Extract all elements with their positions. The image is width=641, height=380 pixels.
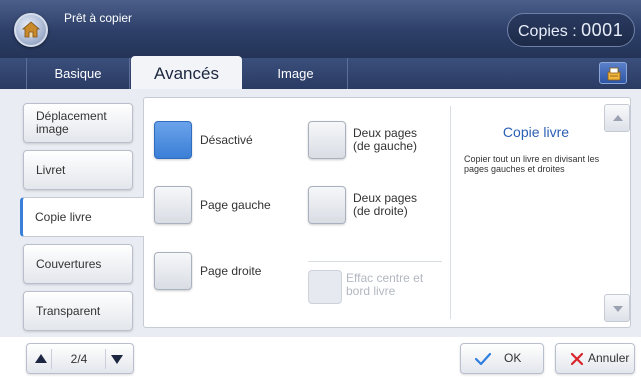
pager-divider: [51, 349, 52, 369]
home-icon: [21, 21, 41, 38]
ok-label: OK: [504, 351, 522, 365]
content-area: Déplacement image Livret Copie livre Cou…: [0, 89, 641, 337]
job-status-button[interactable]: [599, 62, 627, 84]
option-page-droite-button[interactable]: [154, 252, 192, 290]
option-divider: [308, 261, 442, 262]
job-status-icon: [607, 67, 621, 81]
page-navigator: 2/4: [26, 343, 134, 374]
sidebar-item-deplacement-image[interactable]: Déplacement image: [23, 103, 133, 143]
sidebar-item-label: Déplacement image: [36, 109, 107, 136]
close-icon: [570, 352, 584, 366]
tab-image[interactable]: Image: [244, 58, 348, 89]
page-up-icon[interactable]: [35, 354, 47, 363]
machine-status: Prêt à copier: [64, 11, 133, 25]
sidebar-item-label: Copie livre: [35, 209, 92, 224]
top-bar: Prêt à copier Copies : 0001: [0, 0, 641, 58]
sidebar-item-label: Livret: [36, 162, 66, 177]
page-down-icon[interactable]: [111, 355, 123, 364]
cancel-button[interactable]: Annuler: [555, 343, 635, 374]
tab-bar: Basique Avancés Image: [0, 56, 641, 89]
tab-avances[interactable]: Avancés: [131, 56, 242, 89]
options-panel: Désactivé Page gauche Page droite Deux p…: [143, 97, 631, 328]
description-title: Copie livre: [502, 124, 570, 140]
option-page-gauche-button[interactable]: [154, 186, 192, 224]
option-page-droite-label: Page droite: [200, 264, 262, 278]
cancel-label: Annuler: [588, 351, 630, 365]
sidebar-item-livret[interactable]: Livret: [23, 150, 133, 190]
scrollbar: [604, 104, 630, 323]
ok-button[interactable]: OK: [460, 343, 544, 374]
option-desactive-button[interactable]: [154, 121, 192, 159]
sidebar-item-copie-livre[interactable]: Copie livre: [20, 197, 144, 237]
sidebar-item-couvertures[interactable]: Couvertures: [23, 244, 133, 284]
option-effac-centre-button[interactable]: [308, 270, 342, 304]
option-deux-pages-gauche-label: Deux pages (de gauche): [353, 126, 418, 153]
sidebar-item-transparent[interactable]: Transparent: [23, 291, 133, 331]
option-effac-centre-label: Effac centre et bord livre: [346, 271, 424, 298]
option-page-gauche-label: Page gauche: [200, 198, 271, 212]
description-text: Copier tout un livre en divisant les pag…: [464, 154, 600, 174]
option-deux-pages-droite-button[interactable]: [308, 186, 346, 224]
option-deux-pages-droite-label: Deux pages (de droite): [353, 191, 418, 218]
tab-basique[interactable]: Basique: [26, 58, 130, 89]
pager-divider: [105, 349, 106, 369]
copies-counter[interactable]: Copies : 0001: [507, 13, 635, 47]
panel-divider: [450, 106, 451, 319]
bottom-bar: 2/4 OK Annuler: [0, 337, 641, 380]
home-button[interactable]: [14, 13, 48, 47]
copies-label: Copies :: [518, 23, 577, 40]
copies-value: 0001: [581, 20, 624, 40]
scroll-down-button[interactable]: [604, 294, 630, 322]
option-deux-pages-gauche-button[interactable]: [308, 121, 346, 159]
page-indicator: 2/4: [70, 352, 88, 366]
check-icon: [475, 352, 491, 366]
option-desactive-label: Désactivé: [200, 133, 253, 147]
sidebar-item-label: Transparent: [36, 303, 101, 318]
scroll-up-button[interactable]: [604, 104, 630, 132]
sidebar-item-label: Couvertures: [36, 256, 102, 271]
